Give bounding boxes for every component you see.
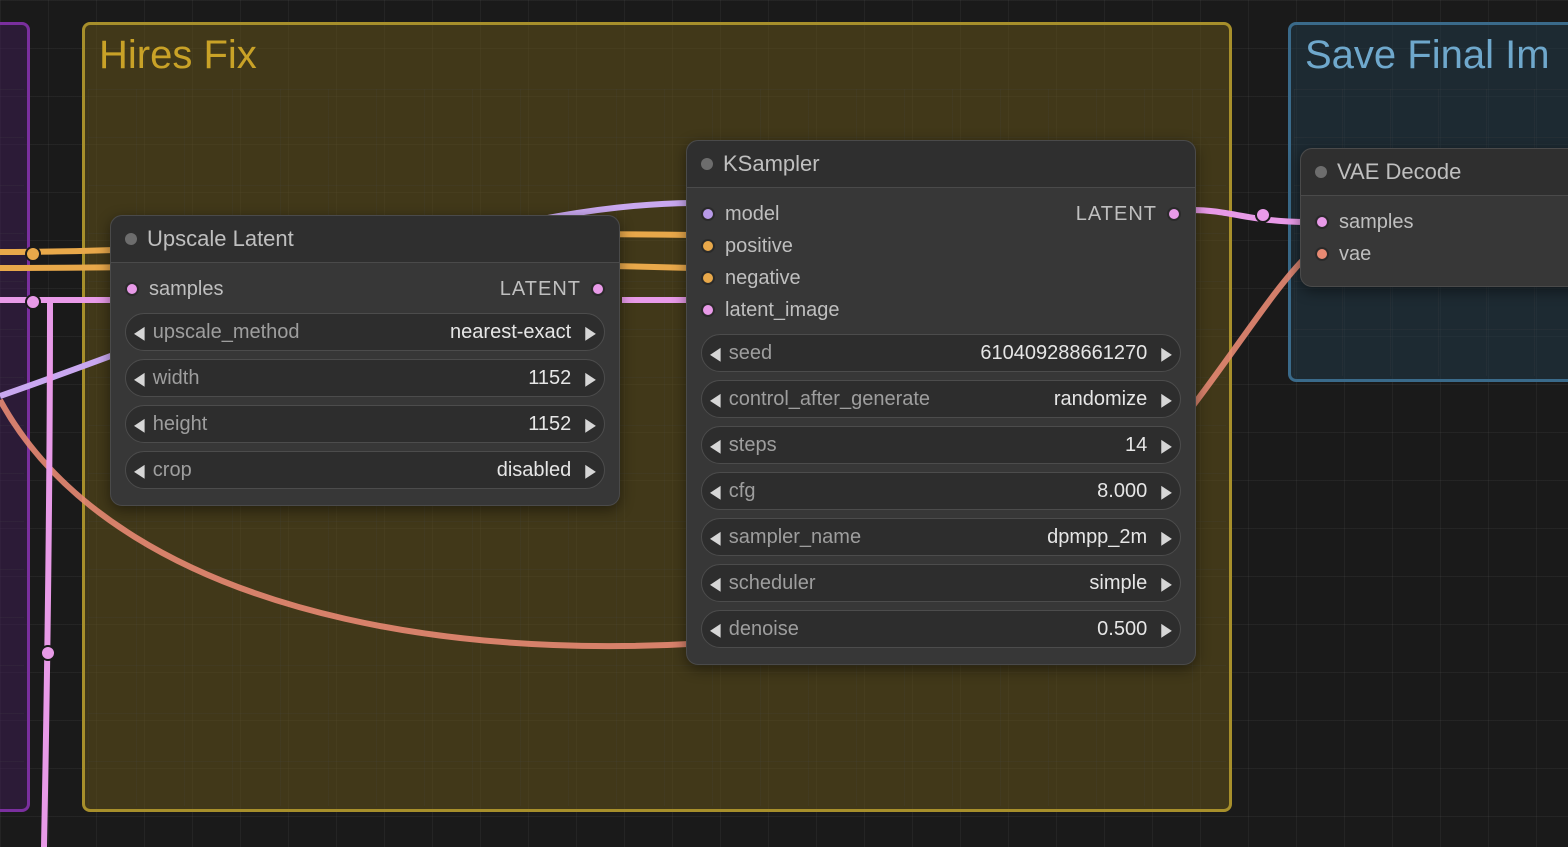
- chevron-right-icon[interactable]: ▶: [1161, 480, 1172, 502]
- input-port-negative[interactable]: [701, 271, 715, 285]
- chevron-right-icon[interactable]: ▶: [1161, 388, 1172, 410]
- widget-label: height: [153, 413, 208, 436]
- output-port-latent[interactable]: [1167, 207, 1181, 221]
- chevron-left-icon[interactable]: ◀: [134, 321, 145, 343]
- chevron-left-icon[interactable]: ◀: [710, 572, 721, 594]
- reroute-port[interactable]: [1255, 207, 1271, 223]
- input-port-samples[interactable]: [1315, 215, 1329, 229]
- input-label: positive: [725, 235, 793, 258]
- widget-width[interactable]: ◀ width 1152 ▶: [125, 359, 605, 397]
- node-collapse-dot-icon[interactable]: [125, 233, 137, 245]
- input-label: latent_image: [725, 299, 840, 322]
- chevron-right-icon[interactable]: ▶: [585, 321, 596, 343]
- widget-control-after-generate[interactable]: ◀ control_after_generate randomize ▶: [701, 380, 1181, 418]
- input-port-model[interactable]: [701, 207, 715, 221]
- chevron-right-icon[interactable]: ▶: [1161, 526, 1172, 548]
- widget-label: steps: [729, 434, 777, 457]
- widget-label: cfg: [729, 480, 756, 503]
- group-title: Save Final Im: [1291, 25, 1568, 78]
- node-header[interactable]: Upscale Latent: [111, 216, 619, 263]
- input-label: negative: [725, 267, 801, 290]
- chevron-right-icon[interactable]: ▶: [585, 459, 596, 481]
- widget-steps[interactable]: ◀ steps 14 ▶: [701, 426, 1181, 464]
- widget-seed[interactable]: ◀ seed 610409288661270 ▶: [701, 334, 1181, 372]
- chevron-left-icon[interactable]: ◀: [134, 367, 145, 389]
- input-port-samples[interactable]: [125, 282, 139, 296]
- widget-label: upscale_method: [153, 321, 300, 344]
- widget-height[interactable]: ◀ height 1152 ▶: [125, 405, 605, 443]
- widget-denoise[interactable]: ◀ denoise 0.500 ▶: [701, 610, 1181, 648]
- chevron-left-icon[interactable]: ◀: [710, 388, 721, 410]
- node-title: VAE Decode: [1337, 159, 1461, 185]
- input-label: vae: [1339, 243, 1371, 266]
- chevron-left-icon[interactable]: ◀: [710, 618, 721, 640]
- output-label: LATENT: [500, 278, 581, 301]
- reroute-port[interactable]: [40, 645, 56, 661]
- node-collapse-dot-icon[interactable]: [701, 158, 713, 170]
- widget-value: dpmpp_2m: [1047, 526, 1147, 549]
- widget-value: simple: [1089, 572, 1147, 595]
- input-label: samples: [1339, 211, 1413, 234]
- widget-sampler-name[interactable]: ◀ sampler_name dpmpp_2m ▶: [701, 518, 1181, 556]
- widget-value: nearest-exact: [450, 321, 571, 344]
- widget-label: control_after_generate: [729, 388, 930, 411]
- chevron-right-icon[interactable]: ▶: [1161, 572, 1172, 594]
- widget-label: crop: [153, 459, 192, 482]
- node-ksampler[interactable]: KSampler model LATENT positive negative: [686, 140, 1196, 665]
- input-label: samples: [149, 278, 223, 301]
- chevron-left-icon[interactable]: ◀: [710, 480, 721, 502]
- widget-scheduler[interactable]: ◀ scheduler simple ▶: [701, 564, 1181, 602]
- chevron-left-icon[interactable]: ◀: [134, 413, 145, 435]
- input-port-vae[interactable]: [1315, 247, 1329, 261]
- widget-cfg[interactable]: ◀ cfg 8.000 ▶: [701, 472, 1181, 510]
- chevron-left-icon[interactable]: ◀: [710, 526, 721, 548]
- widget-label: scheduler: [729, 572, 816, 595]
- input-label: model: [725, 203, 779, 226]
- reroute-port[interactable]: [25, 246, 41, 262]
- node-title: KSampler: [723, 151, 820, 177]
- widget-value: 1152: [528, 367, 571, 390]
- group-title: Hires Fix: [85, 25, 1229, 78]
- widget-value: 1152: [528, 413, 571, 436]
- widget-label: seed: [729, 342, 772, 365]
- output-port-latent[interactable]: [591, 282, 605, 296]
- chevron-right-icon[interactable]: ▶: [585, 413, 596, 435]
- node-header[interactable]: VAE Decode: [1301, 149, 1568, 196]
- widget-upscale-method[interactable]: ◀ upscale_method nearest-exact ▶: [125, 313, 605, 351]
- widget-label: width: [153, 367, 200, 390]
- widget-crop[interactable]: ◀ crop disabled ▶: [125, 451, 605, 489]
- reroute-port[interactable]: [25, 294, 41, 310]
- widget-value: 8.000: [1097, 480, 1147, 503]
- widget-value: 610409288661270: [980, 342, 1147, 365]
- chevron-left-icon[interactable]: ◀: [710, 342, 721, 364]
- widget-value: 0.500: [1097, 618, 1147, 641]
- input-port-positive[interactable]: [701, 239, 715, 253]
- chevron-left-icon[interactable]: ◀: [710, 434, 721, 456]
- widget-value: disabled: [497, 459, 572, 482]
- widget-label: denoise: [729, 618, 799, 641]
- widget-label: sampler_name: [729, 526, 861, 549]
- group-frame-left[interactable]: [0, 22, 30, 812]
- chevron-right-icon[interactable]: ▶: [1161, 434, 1172, 456]
- chevron-right-icon[interactable]: ▶: [585, 367, 596, 389]
- widget-value: 14: [1125, 434, 1147, 457]
- node-upscale-latent[interactable]: Upscale Latent samples LATENT ◀ upscale_m…: [110, 215, 620, 506]
- node-title: Upscale Latent: [147, 226, 294, 252]
- chevron-right-icon[interactable]: ▶: [1161, 342, 1172, 364]
- chevron-left-icon[interactable]: ◀: [134, 459, 145, 481]
- node-vae-decode[interactable]: VAE Decode samples vae: [1300, 148, 1568, 287]
- widget-value: randomize: [1054, 388, 1147, 411]
- node-header[interactable]: KSampler: [687, 141, 1195, 188]
- node-collapse-dot-icon[interactable]: [1315, 166, 1327, 178]
- input-port-latent-image[interactable]: [701, 303, 715, 317]
- output-label: LATENT: [1076, 203, 1157, 226]
- chevron-right-icon[interactable]: ▶: [1161, 618, 1172, 640]
